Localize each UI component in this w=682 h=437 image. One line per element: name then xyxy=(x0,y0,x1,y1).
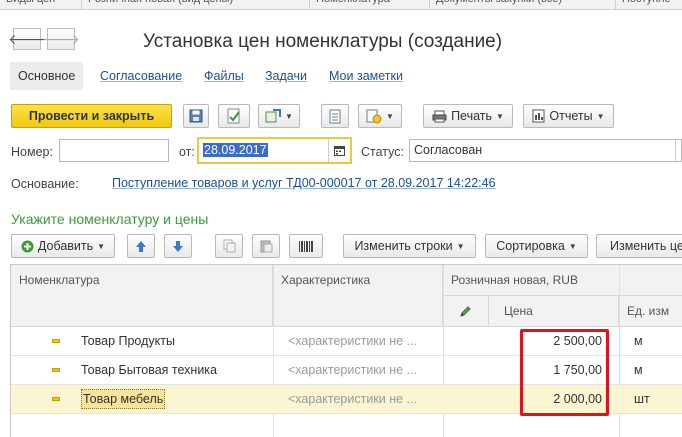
cell-characteristic: <характеристики не ... xyxy=(288,334,417,348)
change-prices-label: Изменить це xyxy=(610,239,682,253)
cell-unit: м xyxy=(634,363,643,377)
dropdown-arrow-icon: ▼ xyxy=(97,241,106,251)
dropdown-arrow-icon: ▼ xyxy=(386,111,394,121)
tab-my-notes[interactable]: Мои заметки xyxy=(329,62,403,90)
change-prices-button[interactable]: Изменить це xyxy=(596,234,682,258)
plus-circle-icon xyxy=(21,240,34,252)
arrow-up-icon xyxy=(136,240,146,252)
tab-tasks[interactable]: Задачи xyxy=(265,62,307,90)
printer-icon xyxy=(432,110,447,122)
report-icon xyxy=(532,109,545,123)
settings-menu-button[interactable]: ▼ xyxy=(358,104,402,128)
document-settings-icon xyxy=(366,109,382,123)
copy-row-button[interactable] xyxy=(215,234,243,258)
post-document-icon xyxy=(227,108,240,124)
window-tab-receipt[interactable]: Поступле xyxy=(616,0,682,10)
forward-button[interactable]: 🡒 xyxy=(42,28,80,50)
basis-document-link[interactable]: Поступление товаров и услуг ТД00-000017 … xyxy=(112,176,496,190)
items-section-heading: Укажите номенклатуру и цены xyxy=(11,211,209,227)
cell-unit: м xyxy=(634,334,643,348)
arrow-left-icon: 🡐 xyxy=(8,30,46,47)
column-header-edit[interactable] xyxy=(443,296,489,327)
cell-item: Товар мебель xyxy=(81,385,271,413)
add-row-button[interactable]: Добавить ▼ xyxy=(11,234,115,258)
post-and-close-button[interactable]: Провести и закрыть xyxy=(11,104,172,128)
document-structure-button[interactable] xyxy=(321,104,349,128)
sort-button[interactable]: Сортировка ▼ xyxy=(485,234,588,258)
paste-icon xyxy=(260,240,272,253)
tab-main[interactable]: Основное xyxy=(10,62,84,90)
window-tab-strip: Виды цен Розничная новая (вид цены) Номе… xyxy=(0,0,682,10)
column-group-header-price-type[interactable]: Розничная новая, RUB xyxy=(443,265,682,296)
create-based-on-button[interactable]: ▼ xyxy=(258,104,300,128)
number-label: Номер: xyxy=(11,145,53,159)
post-button[interactable] xyxy=(218,104,250,128)
print-label: Печать xyxy=(451,109,493,123)
basis-label: Основание: xyxy=(11,177,79,191)
column-header-item[interactable]: Номенклатура xyxy=(11,265,273,327)
dropdown-arrow-icon: ▼ xyxy=(596,111,605,121)
move-down-button[interactable] xyxy=(164,234,192,258)
arrow-down-icon xyxy=(173,240,183,252)
barcode-icon xyxy=(299,240,313,252)
status-value: Согласован xyxy=(414,143,483,157)
create-based-on-icon xyxy=(265,109,282,123)
paste-button[interactable] xyxy=(252,234,280,258)
arrow-right-icon: 🡒 xyxy=(42,30,80,47)
price-highlight-box xyxy=(520,329,609,416)
dropdown-arrow-icon: ▼ xyxy=(568,241,577,251)
item-marker-icon xyxy=(52,339,60,343)
status-label: Статус: xyxy=(361,145,404,159)
cell-unit: шт xyxy=(634,392,650,406)
window-tab-nomenclature[interactable]: Номенклатура xyxy=(310,0,430,10)
move-up-button[interactable] xyxy=(127,234,155,258)
copy-icon xyxy=(223,239,235,253)
date-input[interactable]: 28.09.2017 xyxy=(197,137,352,164)
date-value: 28.09.2017 xyxy=(203,143,268,157)
window-tab-price-types[interactable]: Виды цен xyxy=(0,0,82,10)
cell-characteristic: <характеристики не ... xyxy=(288,363,417,377)
column-header-characteristic[interactable]: Характеристика xyxy=(273,265,443,327)
cell-item: Товар Продукты xyxy=(81,334,175,348)
reports-button[interactable]: Отчеты ▼ xyxy=(523,104,614,128)
back-button[interactable]: 🡐 xyxy=(8,28,46,50)
change-rows-button[interactable]: Изменить строки ▼ xyxy=(343,234,476,258)
column-header-unit[interactable]: Ед. изм xyxy=(619,296,682,327)
change-rows-label: Изменить строки xyxy=(354,239,453,253)
dropdown-arrow-icon: ▼ xyxy=(456,241,465,251)
pencil-icon xyxy=(460,305,471,317)
tab-files[interactable]: Файлы xyxy=(204,62,244,90)
tab-approval[interactable]: Согласование xyxy=(100,62,182,90)
cell-item-text: Товар мебель xyxy=(81,389,166,409)
save-button[interactable] xyxy=(183,104,209,128)
status-dropdown-button[interactable] xyxy=(675,140,681,161)
floppy-disk-icon xyxy=(189,109,203,123)
window-tab-purchase-docs[interactable]: Документы закупки (все) xyxy=(430,0,616,10)
dropdown-arrow-icon: ▼ xyxy=(285,111,293,121)
page-title: Установка цен номенклатуры (создание) xyxy=(143,31,503,52)
dropdown-arrow-icon: ▼ xyxy=(496,111,504,121)
number-input[interactable] xyxy=(59,139,169,162)
item-marker-icon xyxy=(52,368,60,372)
date-label: от: xyxy=(179,145,195,159)
cell-item: Товар Бытовая техника xyxy=(81,363,217,377)
barcode-scan-button[interactable] xyxy=(289,234,323,258)
reports-label: Отчеты xyxy=(549,109,593,123)
status-select[interactable]: Согласован xyxy=(409,139,682,162)
calendar-button[interactable] xyxy=(328,139,350,162)
column-header-price[interactable]: Цена xyxy=(489,296,619,327)
sort-label: Сортировка xyxy=(496,239,565,253)
add-label: Добавить xyxy=(37,239,94,253)
calendar-icon xyxy=(334,146,345,156)
cell-characteristic: <характеристики не ... xyxy=(288,392,417,406)
item-marker-icon xyxy=(52,397,60,401)
document-list-icon xyxy=(329,109,341,123)
window-tab-retail-price[interactable]: Розничная новая (вид цены) xyxy=(82,0,310,10)
print-button[interactable]: Печать ▼ xyxy=(423,104,513,128)
